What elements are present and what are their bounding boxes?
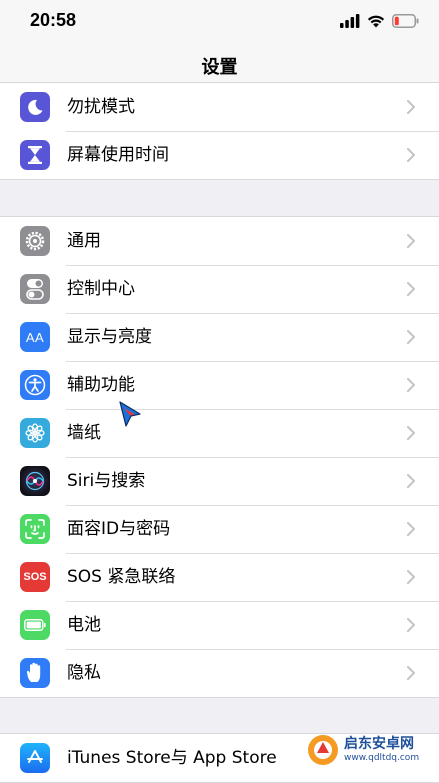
settings-group-focus: 勿扰模式 屏幕使用时间 bbox=[0, 82, 439, 180]
settings-row-privacy[interactable]: 隐私 bbox=[0, 649, 439, 697]
settings-row-label: 隐私 bbox=[67, 663, 101, 683]
wifi-icon bbox=[367, 15, 385, 28]
text-size-glyph: AA bbox=[25, 329, 45, 345]
flower-icon bbox=[20, 418, 50, 448]
toggles-icon bbox=[20, 274, 50, 304]
settings-row-screen-time[interactable]: 屏幕使用时间 bbox=[0, 131, 439, 179]
settings-row-control-center[interactable]: 控制中心 bbox=[0, 265, 439, 313]
settings-row-do-not-disturb[interactable]: 勿扰模式 bbox=[0, 83, 439, 131]
chevron-right-icon bbox=[407, 570, 415, 584]
hand-icon bbox=[20, 658, 50, 688]
gear-icon bbox=[20, 226, 50, 256]
chevron-right-icon bbox=[407, 474, 415, 488]
settings-row-label: 勿扰模式 bbox=[67, 97, 135, 117]
face-id-icon bbox=[20, 514, 50, 544]
chevron-right-icon bbox=[407, 330, 415, 344]
sos-icon: SOS bbox=[20, 562, 50, 592]
settings-row-siri-search[interactable]: Siri与搜索 bbox=[0, 457, 439, 505]
text-size-icon: AA bbox=[20, 322, 50, 352]
watermark: 启东安卓网 www.qdltdq.com bbox=[306, 728, 436, 772]
watermark-title: 启东安卓网 bbox=[344, 736, 414, 752]
battery-icon bbox=[20, 610, 50, 640]
settings-row-label: 电池 bbox=[67, 615, 101, 635]
settings-row-accessibility[interactable]: 辅助功能 bbox=[0, 361, 439, 409]
settings-row-label: 通用 bbox=[67, 231, 101, 251]
chevron-right-icon bbox=[407, 234, 415, 248]
chevron-right-icon bbox=[407, 426, 415, 440]
settings-row-label: 控制中心 bbox=[67, 279, 135, 299]
status-bar: 20:58 bbox=[0, 0, 439, 44]
settings-row-label: 显示与亮度 bbox=[67, 327, 152, 347]
chevron-right-icon bbox=[407, 666, 415, 680]
chevron-right-icon bbox=[407, 282, 415, 296]
accessibility-icon bbox=[20, 370, 50, 400]
status-time: 20:58 bbox=[30, 10, 77, 30]
mouse-cursor-icon bbox=[119, 401, 141, 427]
settings-row-battery[interactable]: 电池 bbox=[0, 601, 439, 649]
moon-icon bbox=[20, 92, 50, 122]
settings-row-label: 墙纸 bbox=[67, 423, 101, 443]
settings-row-label: Siri与搜索 bbox=[67, 471, 146, 491]
signal-icon bbox=[340, 14, 360, 28]
settings-row-label: 面容ID与密码 bbox=[67, 519, 171, 539]
chevron-right-icon bbox=[407, 148, 415, 162]
settings-row-general[interactable]: 通用 bbox=[0, 217, 439, 265]
app-store-icon bbox=[20, 743, 50, 773]
hourglass-icon bbox=[20, 140, 50, 170]
settings-row-emergency-sos[interactable]: SOS SOS 紧急联络 bbox=[0, 553, 439, 601]
chevron-right-icon bbox=[407, 378, 415, 392]
settings-row-face-id-passcode[interactable]: 面容ID与密码 bbox=[0, 505, 439, 553]
settings-row-wallpaper[interactable]: 墙纸 bbox=[0, 409, 439, 457]
chevron-right-icon bbox=[407, 618, 415, 632]
page-title: 设置 bbox=[201, 57, 238, 78]
sos-glyph: SOS bbox=[23, 571, 47, 583]
chevron-right-icon bbox=[407, 522, 415, 536]
settings-row-label: SOS 紧急联络 bbox=[67, 567, 176, 587]
siri-icon bbox=[20, 466, 50, 496]
settings-group-main: 通用 控制中心 AA 显示与亮度 辅助功能 墙纸 Siri与搜索 面容ID与密码… bbox=[0, 216, 439, 698]
settings-row-display-brightness[interactable]: AA 显示与亮度 bbox=[0, 313, 439, 361]
watermark-logo-icon bbox=[308, 735, 338, 765]
watermark-url: www.qdltdq.com bbox=[344, 753, 420, 763]
settings-row-label: 屏幕使用时间 bbox=[67, 145, 169, 165]
battery-low-icon bbox=[392, 14, 419, 28]
chevron-right-icon bbox=[407, 100, 415, 114]
